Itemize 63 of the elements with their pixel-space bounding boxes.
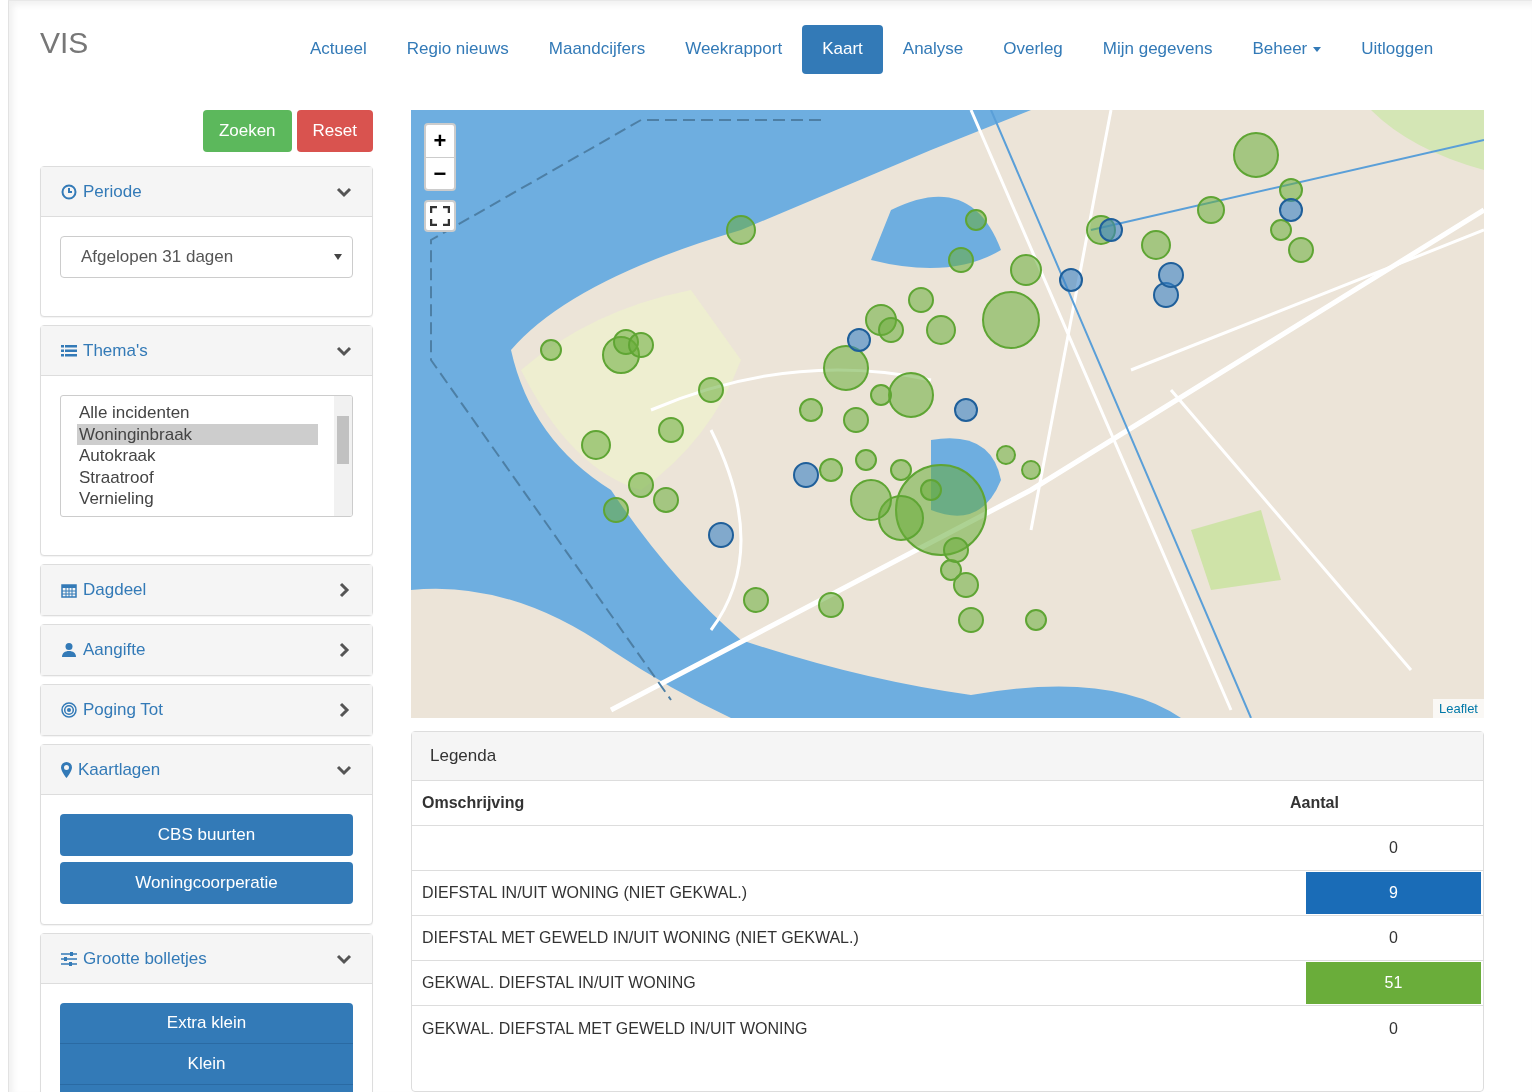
brand-title[interactable]: VIS bbox=[40, 26, 290, 60]
panel-title: Dagdeel bbox=[83, 580, 148, 600]
nav-tab[interactable]: Maandcijfers bbox=[528, 24, 666, 74]
clock-icon bbox=[61, 183, 77, 200]
panel-title: Kaartlagen bbox=[78, 759, 162, 780]
layer-button[interactable]: Woningcoorperatie bbox=[60, 862, 353, 904]
reset-button[interactable]: Reset bbox=[296, 110, 373, 152]
panel-title: Grootte bolletjes bbox=[83, 948, 208, 969]
nav-tab[interactable]: Overleg bbox=[983, 24, 1083, 74]
size-button[interactable]: Extra klein bbox=[60, 1003, 353, 1044]
column-header: Aantal bbox=[1290, 793, 1340, 813]
fullscreen-button[interactable] bbox=[424, 200, 456, 232]
count-cell-text: 0 bbox=[1388, 1018, 1399, 1039]
nav-tab[interactable]: Weekrapport bbox=[665, 24, 803, 74]
table-cell-text: DIEFSTAL MET GEWELD IN/UIT WONING (NIET GEKWAL.) bbox=[421, 928, 860, 948]
panel-header[interactable]: Aangifte bbox=[41, 625, 372, 675]
calendar-icon bbox=[61, 582, 77, 598]
period-select[interactable]: Afgelopen 31 dagen bbox=[60, 236, 353, 278]
panel-title: Thema's bbox=[83, 340, 149, 361]
table-cell-text: GEKWAL. DIEFSTAL IN/UIT WONING bbox=[421, 973, 697, 993]
listbox-option[interactable]: Alle incidenten bbox=[77, 402, 318, 424]
user-icon bbox=[61, 642, 77, 658]
panel-header[interactable]: Thema's bbox=[41, 326, 372, 376]
listbox-option[interactable]: Woninginbraak bbox=[77, 423, 318, 445]
panel-title: Periode bbox=[83, 181, 143, 202]
nav-tab[interactable]: Actueel bbox=[290, 24, 387, 74]
listbox-option[interactable]: Vernieling bbox=[77, 488, 318, 510]
nav-tab[interactable]: Mijn gegevens bbox=[1082, 24, 1233, 74]
search-button[interactable]: Zoeken bbox=[202, 110, 292, 152]
scrollbar[interactable] bbox=[334, 396, 352, 516]
table-cell-text: GEKWAL. DIEFSTAL MET GEWELD IN/UIT WONING bbox=[421, 1018, 809, 1039]
panel-header[interactable]: Kaartlagen bbox=[41, 745, 372, 795]
listbox-option[interactable]: Autokraak bbox=[77, 445, 318, 467]
map-pin-icon bbox=[61, 761, 72, 778]
panel-header[interactable]: Dagdeel bbox=[41, 565, 372, 615]
count-cell: 51 bbox=[1306, 962, 1481, 1004]
nav-tab[interactable]: Analyse bbox=[882, 24, 984, 74]
count-cell-text: 0 bbox=[1388, 928, 1399, 948]
theme-listbox[interactable]: Alle incidenten Woninginbraak Autokraak Straatroof Vernieling bbox=[60, 395, 353, 517]
nav-tab[interactable]: Kaart bbox=[802, 24, 883, 74]
panel-title: Poging Tot bbox=[83, 700, 165, 720]
count-cell-text: 0 bbox=[1388, 838, 1399, 858]
panel-header[interactable]: Grootte bolletjes bbox=[41, 934, 372, 984]
panel-header[interactable]: Periode bbox=[41, 167, 372, 217]
listbox-option[interactable]: Straatroof bbox=[77, 466, 318, 488]
zoom-in-button[interactable]: + bbox=[426, 125, 454, 157]
nav-tab[interactable]: Beheer bbox=[1232, 24, 1342, 74]
list-icon bbox=[61, 342, 77, 359]
zoom-out-button[interactable]: − bbox=[426, 157, 454, 189]
size-button[interactable]: Klein bbox=[60, 1044, 353, 1085]
legend-title: Legenda bbox=[430, 746, 497, 766]
attribution-link[interactable]: Leaflet bbox=[1432, 699, 1484, 718]
nav-tab[interactable]: Regio nieuws bbox=[386, 24, 529, 74]
sliders-icon bbox=[61, 950, 77, 967]
target-icon bbox=[61, 702, 77, 718]
layer-button[interactable]: CBS buurten bbox=[60, 814, 353, 856]
fullscreen-icon bbox=[430, 206, 450, 226]
nav-tab[interactable]: Uitloggen bbox=[1341, 24, 1454, 74]
count-cell: 9 bbox=[1306, 872, 1481, 914]
panel-header[interactable]: Poging Tot bbox=[41, 685, 372, 735]
table-cell-text: DIEFSTAL IN/UIT WONING (NIET GEKWAL.) bbox=[421, 883, 749, 903]
caret-icon bbox=[334, 254, 342, 260]
panel-title: Aangifte bbox=[83, 640, 147, 660]
